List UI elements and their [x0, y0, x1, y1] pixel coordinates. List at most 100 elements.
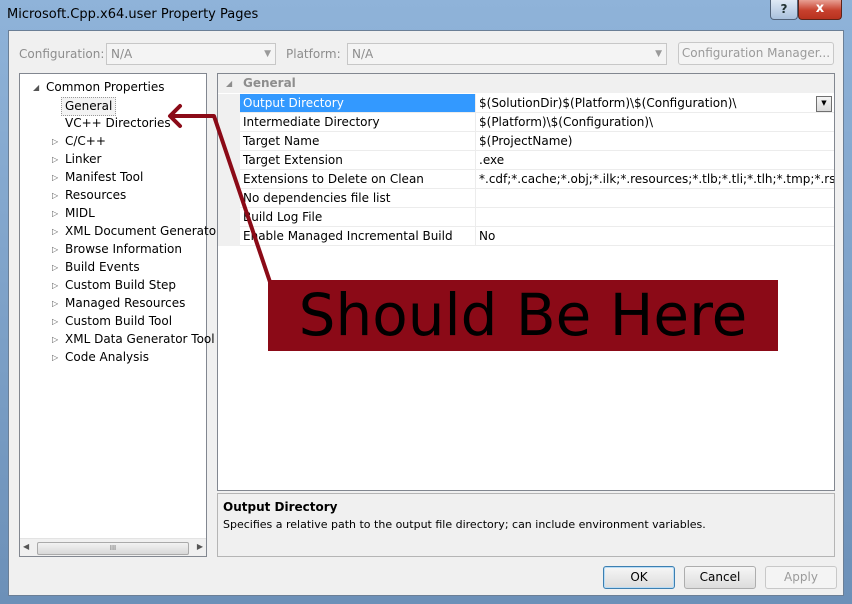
- expand-icon[interactable]: ▷: [52, 205, 58, 222]
- expand-icon[interactable]: ▷: [52, 331, 58, 348]
- expand-icon[interactable]: ▷: [52, 133, 58, 150]
- tree-node[interactable]: ▷ XML Document Generator: [52, 223, 221, 240]
- scroll-thumb[interactable]: III: [37, 542, 189, 555]
- tree-node-label: Build Events: [65, 260, 140, 274]
- title-bar: Microsoft.Cpp.x64.user Property Pages ? …: [0, 0, 852, 30]
- tree-node[interactable]: General: [61, 97, 117, 116]
- grid-row[interactable]: Output Directory $(SolutionDir)$(Platform…: [218, 94, 834, 113]
- property-value[interactable]: $(ProjectName): [476, 132, 834, 151]
- tree-node-common-properties[interactable]: ◢ Common Properties: [33, 79, 165, 96]
- expand-icon[interactable]: ▷: [52, 259, 58, 276]
- property-name[interactable]: Intermediate Directory: [240, 113, 476, 132]
- window-title: Microsoft.Cpp.x64.user Property Pages: [7, 7, 259, 22]
- expand-icon[interactable]: ▷: [52, 223, 58, 240]
- property-name[interactable]: Extensions to Delete on Clean: [240, 170, 476, 189]
- expand-icon[interactable]: ▷: [52, 313, 58, 330]
- property-value[interactable]: *.cdf;*.cache;*.obj;*.ilk;*.resources;*.…: [476, 170, 834, 189]
- tree-node-label: Resources: [65, 188, 127, 202]
- property-name[interactable]: Enable Managed Incremental Build: [240, 227, 476, 246]
- row-gutter: [218, 151, 240, 170]
- chevron-down-icon: ▼: [264, 49, 271, 59]
- scroll-left-icon[interactable]: ◀: [23, 542, 29, 551]
- platform-combo[interactable]: N/A ▼: [347, 43, 667, 65]
- row-gutter: [218, 227, 240, 246]
- tree-node-label: Browse Information: [65, 242, 182, 256]
- tree-node-label: XML Document Generator: [65, 224, 221, 238]
- property-name[interactable]: Target Extension: [240, 151, 476, 170]
- apply-button[interactable]: Apply: [765, 566, 837, 589]
- property-name[interactable]: No dependencies file list: [240, 189, 476, 208]
- platform-value: N/A: [352, 47, 374, 61]
- grid-row[interactable]: Target Extension .exe: [218, 151, 834, 170]
- chevron-down-icon: ▼: [655, 49, 662, 59]
- tree-node[interactable]: ▷ Browse Information: [52, 241, 182, 258]
- tree-node-label: Code Analysis: [65, 350, 149, 364]
- tree-node[interactable]: ▷ Linker: [52, 151, 102, 168]
- tree-node[interactable]: ▷ Code Analysis: [52, 349, 149, 366]
- tree-node[interactable]: ▷ Custom Build Step: [52, 277, 177, 294]
- collapse-icon[interactable]: ◢: [226, 74, 232, 93]
- property-name[interactable]: Build Log File: [240, 208, 476, 227]
- tree-node[interactable]: VC++ Directories: [65, 115, 171, 132]
- horizontal-scrollbar[interactable]: ◀ III ▶: [20, 538, 206, 556]
- expand-icon[interactable]: ▷: [52, 169, 58, 186]
- description-title: Output Directory: [223, 500, 338, 514]
- grid-row[interactable]: Target Name $(ProjectName): [218, 132, 834, 151]
- tree-node-label: C/C++: [65, 134, 106, 148]
- expand-icon[interactable]: ▷: [52, 187, 58, 204]
- close-icon[interactable]: x: [798, 0, 842, 20]
- property-name[interactable]: Output Directory: [240, 94, 476, 113]
- tree-node[interactable]: ▷ Resources: [52, 187, 127, 204]
- tree-node[interactable]: ▷ Custom Build Tool: [52, 313, 173, 330]
- tree-node[interactable]: ▷ Managed Resources: [52, 295, 185, 312]
- row-gutter: [218, 189, 240, 208]
- expand-icon[interactable]: ▷: [52, 241, 58, 258]
- tree-node-label: Custom Build Step: [65, 278, 177, 292]
- collapse-icon[interactable]: ◢: [33, 79, 39, 96]
- property-value[interactable]: No: [476, 227, 834, 246]
- tree-node[interactable]: ▷ Manifest Tool: [52, 169, 144, 186]
- configuration-manager-button[interactable]: Configuration Manager...: [678, 42, 834, 65]
- expand-icon[interactable]: ▷: [52, 151, 58, 168]
- tree-node-label: VC++ Directories: [65, 116, 171, 130]
- tree-node-label: Manifest Tool: [65, 170, 144, 184]
- configuration-label: Configuration:: [19, 47, 105, 61]
- grid-category-header[interactable]: ◢ General: [218, 74, 834, 93]
- tree-node[interactable]: ▷ Build Events: [52, 259, 140, 276]
- row-gutter: [218, 132, 240, 151]
- chevron-down-icon[interactable]: ▼: [816, 96, 832, 112]
- ok-button[interactable]: OK: [603, 566, 675, 589]
- scroll-right-icon[interactable]: ▶: [197, 542, 203, 551]
- tree-node[interactable]: ▷ MIDL: [52, 205, 95, 222]
- expand-icon[interactable]: ▷: [52, 295, 58, 312]
- tree-node-label: XML Data Generator Tool: [65, 332, 215, 346]
- tree-node-label: General: [65, 99, 113, 113]
- property-value[interactable]: [476, 189, 834, 208]
- tree-node-label: Custom Build Tool: [65, 314, 173, 328]
- configuration-combo[interactable]: N/A ▼: [106, 43, 276, 65]
- property-value[interactable]: $(Platform)\$(Configuration)\: [476, 113, 834, 132]
- grid-row[interactable]: Extensions to Delete on Clean *.cdf;*.cac…: [218, 170, 834, 189]
- grid-row[interactable]: Intermediate Directory $(Platform)\$(Conf…: [218, 113, 834, 132]
- grid-row[interactable]: Build Log File: [218, 208, 834, 227]
- property-value[interactable]: .exe: [476, 151, 834, 170]
- property-tree[interactable]: ◢ Common Properties General VC++ Director…: [19, 73, 221, 557]
- grid-row[interactable]: No dependencies file list: [218, 189, 834, 208]
- annotation-banner: Should Be Here: [268, 280, 778, 351]
- description-panel: Output Directory Specifies a relative pa…: [217, 493, 835, 557]
- cancel-button[interactable]: Cancel: [684, 566, 756, 589]
- property-value[interactable]: $(SolutionDir)$(Platform)\$(Configuratio…: [476, 94, 834, 113]
- tree-node[interactable]: ▷ C/C++: [52, 133, 106, 150]
- property-value[interactable]: [476, 208, 834, 227]
- expand-icon[interactable]: ▷: [52, 349, 58, 366]
- platform-label: Platform:: [286, 47, 341, 61]
- expand-icon[interactable]: ▷: [52, 277, 58, 294]
- property-name[interactable]: Target Name: [240, 132, 476, 151]
- property-pages-window: Microsoft.Cpp.x64.user Property Pages ? …: [0, 0, 852, 604]
- grid-row[interactable]: Enable Managed Incremental Build No: [218, 227, 834, 246]
- tree-node-label: Linker: [65, 152, 102, 166]
- tree-node[interactable]: ▷ XML Data Generator Tool: [52, 331, 215, 348]
- help-icon[interactable]: ?: [770, 0, 798, 20]
- description-text: Specifies a relative path to the output …: [223, 518, 706, 531]
- row-gutter: [218, 170, 240, 189]
